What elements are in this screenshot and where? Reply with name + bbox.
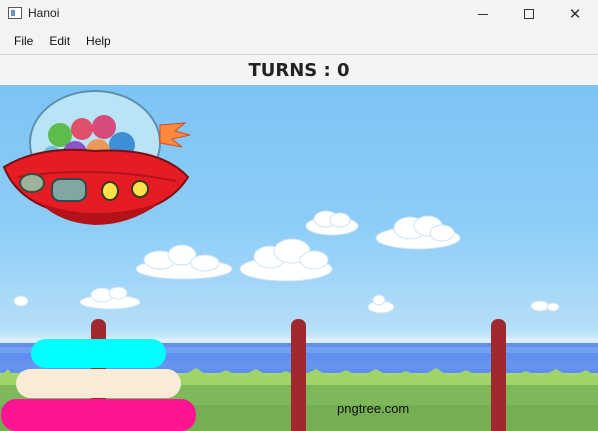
peg-right[interactable] bbox=[491, 319, 506, 431]
peg-middle[interactable] bbox=[291, 319, 306, 431]
window-title: Hanoi bbox=[28, 6, 60, 20]
watermark-text: pngtree.com bbox=[337, 401, 410, 416]
close-icon: ✕ bbox=[568, 4, 582, 23]
maximize-button[interactable] bbox=[506, 0, 552, 28]
title-bar: Hanoi ✕ bbox=[0, 0, 598, 28]
disk-small[interactable] bbox=[31, 339, 166, 368]
game-board: pngtree.com bbox=[0, 85, 598, 431]
menu-edit[interactable]: Edit bbox=[41, 28, 78, 54]
disk-large[interactable] bbox=[1, 399, 196, 431]
ufo-image bbox=[2, 90, 191, 225]
turns-header: TURNS : 0 bbox=[0, 54, 598, 85]
minimize-icon bbox=[478, 13, 488, 15]
turns-counter: TURNS : 0 bbox=[248, 60, 350, 81]
maximize-icon bbox=[524, 9, 534, 19]
menu-file[interactable]: File bbox=[6, 28, 41, 54]
disk-medium[interactable] bbox=[16, 369, 181, 398]
app-window-icon bbox=[8, 7, 22, 19]
menu-help[interactable]: Help bbox=[78, 28, 119, 54]
close-button[interactable]: ✕ bbox=[552, 0, 598, 28]
menu-bar: File Edit Help bbox=[0, 28, 598, 54]
minimize-button[interactable] bbox=[460, 0, 506, 28]
